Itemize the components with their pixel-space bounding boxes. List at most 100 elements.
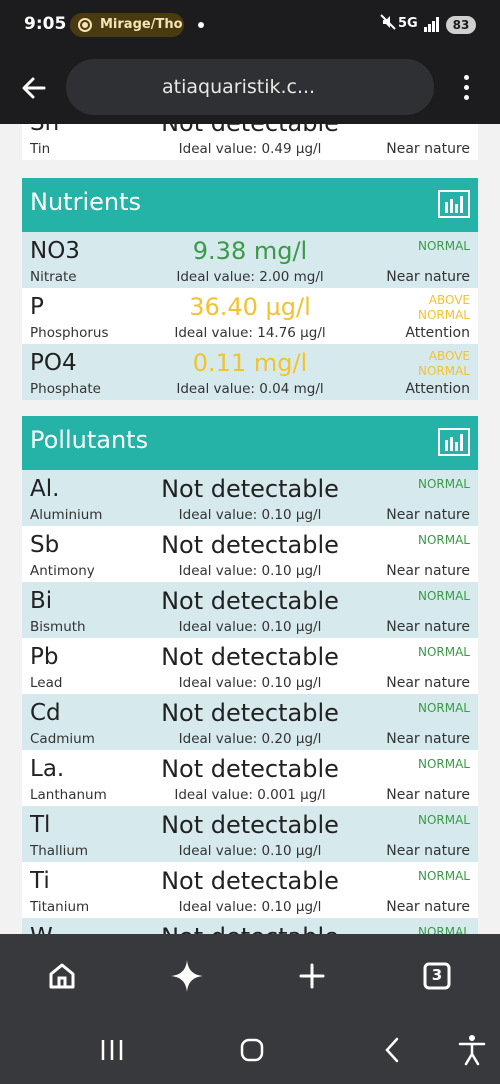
back-arrow-icon[interactable] (18, 72, 50, 104)
assessment: Near nature (386, 507, 470, 523)
screen-recording-pill[interactable]: Mirage/Tho (70, 13, 184, 37)
back-nav-icon[interactable] (372, 1030, 412, 1070)
plus-icon[interactable] (292, 956, 332, 996)
battery-indicator: 83 (446, 16, 476, 34)
status-badge: NORMAL (417, 813, 470, 827)
measured-value: Not detectable (161, 811, 339, 839)
element-symbol: Al. (30, 476, 60, 502)
element-name: Cadmium (30, 731, 95, 747)
recording-label: Mirage/Tho (100, 17, 183, 32)
tab-count: 3 (431, 966, 443, 984)
ideal-value: Ideal value: 0.04 mg/l (176, 381, 324, 397)
assessment: Near nature (386, 619, 470, 635)
pollutants-card: Pollutants Al. Aluminium Not detectable … (22, 416, 478, 934)
element-name: Bismuth (30, 619, 86, 635)
tab-switcher-icon[interactable]: 3 (417, 956, 457, 996)
status-badge: ABOVE NORMAL (418, 293, 470, 323)
assessment: Near nature (386, 675, 470, 691)
measured-value: Not detectable (161, 475, 339, 503)
status-badge: NORMAL (417, 925, 470, 934)
measured-value: 0.11 mg/l (192, 349, 308, 377)
signal-icon (424, 16, 440, 32)
status-time: 9:05 (24, 14, 67, 34)
table-row-tin: Sn Tin Not detectable Ideal value: 0.49 … (22, 124, 478, 160)
web-page: Sn Tin Not detectable Ideal value: 0.49 … (0, 124, 500, 934)
table-row-lanthanum: La. Lanthanum Not detectable Ideal value… (22, 750, 478, 806)
status-badge: NORMAL (417, 701, 470, 715)
table-row-cadmium: Cd Cadmium Not detectable Ideal value: 0… (22, 694, 478, 750)
table-row-titanium: Ti Titanium Not detectable Ideal value: … (22, 862, 478, 918)
element-symbol: Tl (30, 812, 51, 838)
measured-value: Not detectable (122, 124, 378, 137)
element-symbol: Sn (30, 124, 59, 136)
assessment: Attention (405, 381, 470, 397)
status-badge: NORMAL (417, 533, 470, 547)
element-symbol: Bi (30, 588, 53, 614)
assessment: Attention (405, 325, 470, 341)
table-row-antimony: Sb Antimony Not detectable Ideal value: … (22, 526, 478, 582)
section-title: Pollutants (30, 426, 149, 454)
element-name: Antimony (30, 563, 95, 579)
trace-elements-card: Sn Tin Not detectable Ideal value: 0.49 … (22, 124, 478, 160)
element-symbol: NO3 (30, 238, 80, 264)
ideal-value: Ideal value: 0.20 µg/l (178, 731, 322, 747)
measured-value: Not detectable (161, 867, 339, 895)
measured-value: 36.40 µg/l (189, 293, 311, 321)
status-badge: NORMAL (417, 645, 470, 659)
status-line-2: NORMAL (417, 308, 470, 322)
status-badge: NORMAL (417, 757, 470, 771)
home-icon[interactable] (42, 956, 82, 996)
bar-chart-icon[interactable] (438, 428, 470, 456)
status-badge: NORMAL (417, 869, 470, 883)
assessment: Near nature (386, 563, 470, 579)
mute-icon (380, 14, 396, 34)
ideal-value: Ideal value: 0.001 µg/l (174, 787, 326, 803)
table-row-nitrate: NO3 Nitrate 9.38 mg/l Ideal value: 2.00 … (22, 232, 478, 288)
element-symbol: Sb (30, 532, 60, 558)
table-row-bismuth: Bi Bismuth Not detectable Ideal value: 0… (22, 582, 478, 638)
measured-value: Not detectable (161, 643, 339, 671)
recent-apps-icon[interactable] (92, 1030, 132, 1070)
home-nav-icon[interactable] (232, 1030, 272, 1070)
measured-value: Not detectable (161, 587, 339, 615)
measured-value: 9.38 mg/l (192, 237, 308, 265)
table-row-tungsten: W Not detectable NORMAL (22, 918, 478, 934)
ideal-value: Ideal value: 0.10 µg/l (178, 507, 322, 523)
element-symbol: La. (30, 756, 65, 782)
url-bar[interactable]: atiaquaristik.c... (66, 59, 434, 115)
record-icon (78, 18, 92, 32)
ideal-value: Ideal value: 0.49 µg/l (178, 141, 322, 157)
measured-value: Not detectable (122, 923, 378, 934)
element-name: Nitrate (30, 269, 77, 285)
ideal-value: Ideal value: 0.10 µg/l (178, 899, 322, 915)
nutrients-header: Nutrients (22, 178, 478, 232)
element-name: Titanium (30, 899, 90, 915)
assessment: Near nature (386, 269, 470, 285)
nutrients-card: Nutrients NO3 Nitrate 9.38 mg/l Ideal va… (22, 178, 478, 400)
more-vert-icon[interactable] (458, 72, 474, 104)
sparkle-icon[interactable] (167, 956, 207, 996)
section-title: Nutrients (30, 188, 141, 216)
notification-dot-icon (198, 22, 204, 28)
measured-value: Not detectable (161, 755, 339, 783)
element-symbol: P (30, 294, 44, 320)
assessment: Near nature (386, 787, 470, 803)
bar-chart-icon[interactable] (438, 190, 470, 218)
pollutants-header: Pollutants (22, 416, 478, 470)
assessment: Near nature (386, 731, 470, 747)
element-name: Thallium (30, 843, 89, 859)
accessibility-icon[interactable] (452, 1030, 492, 1070)
status-line-1: ABOVE (428, 349, 470, 363)
measured-value: Not detectable (161, 699, 339, 727)
status-bar: 9:05 Mirage/Tho 5G 83 (0, 0, 500, 50)
ideal-value: Ideal value: 14.76 µg/l (174, 325, 326, 341)
measured-value: Not detectable (161, 531, 339, 559)
browser-toolbar: atiaquaristik.c... (0, 50, 500, 124)
element-symbol: Cd (30, 700, 61, 726)
status-badge: NORMAL (417, 589, 470, 603)
assessment: Near nature (386, 899, 470, 915)
status-badge: NORMAL (417, 477, 470, 491)
table-row-phosphate: PO4 Phosphate 0.11 mg/l Ideal value: 0.0… (22, 344, 478, 400)
table-row-phosphorus: P Phosphorus 36.40 µg/l Ideal value: 14.… (22, 288, 478, 344)
assessment: Near nature (386, 141, 470, 157)
